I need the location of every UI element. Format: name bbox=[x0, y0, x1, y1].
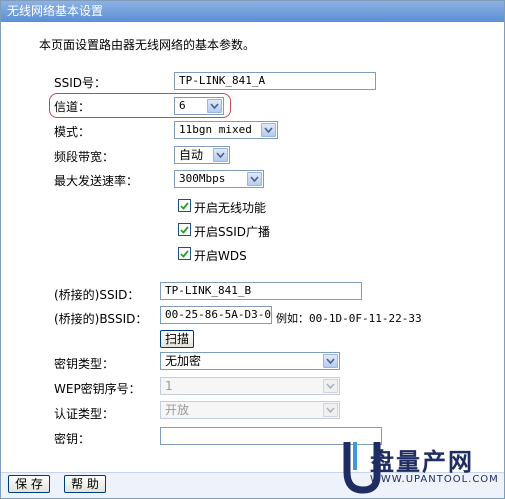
chevron-down-icon[interactable] bbox=[261, 123, 276, 137]
chevron-down-icon[interactable] bbox=[323, 354, 338, 368]
chevron-down-icon[interactable] bbox=[247, 172, 262, 186]
bandwidth-value: 自动 bbox=[179, 148, 204, 162]
chevron-down-icon[interactable] bbox=[207, 99, 222, 113]
auth-type-value: 开放 bbox=[165, 403, 190, 417]
enable-wds-label: 开启WDS bbox=[194, 249, 247, 263]
auth-type-label: 认证类型： bbox=[54, 407, 115, 421]
key-type-label: 密钥类型： bbox=[54, 357, 115, 371]
bandwidth-label: 频段带宽： bbox=[54, 150, 115, 164]
max-rate-select[interactable]: 300Mbps bbox=[174, 170, 264, 188]
channel-label: 信道： bbox=[54, 100, 91, 114]
enable-wireless-label: 开启无线功能 bbox=[194, 201, 267, 215]
scan-button[interactable]: 扫描 bbox=[160, 330, 194, 348]
bssid-example-text: 例如：00-1D-0F-11-22-33 bbox=[276, 312, 422, 325]
page-description: 本页面设置路由器无线网络的基本参数。 bbox=[39, 38, 256, 52]
help-button[interactable]: 帮 助 bbox=[64, 475, 106, 493]
key-type-value: 无加密 bbox=[165, 354, 202, 368]
bridged-bssid-input[interactable]: 00-25-86-5A-D3-06 bbox=[160, 306, 272, 324]
save-button[interactable]: 保 存 bbox=[8, 475, 50, 493]
wep-index-label: WEP密钥序号： bbox=[54, 382, 141, 396]
key-label: 密钥： bbox=[54, 432, 91, 446]
chevron-down-icon bbox=[323, 403, 338, 417]
enable-wds-checkbox[interactable] bbox=[178, 247, 191, 260]
wep-index-select: 1 bbox=[160, 377, 340, 395]
chevron-down-icon[interactable] bbox=[213, 148, 228, 162]
channel-value: 6 bbox=[179, 99, 186, 112]
max-rate-value: 300Mbps bbox=[179, 172, 226, 185]
bridged-bssid-label: (桥接的)BSSID： bbox=[54, 312, 148, 326]
enable-wireless-checkbox[interactable] bbox=[178, 199, 191, 212]
enable-ssid-broadcast-label: 开启SSID广播 bbox=[194, 225, 271, 239]
watermark-url: WWW.UPANTOOL.COM bbox=[370, 474, 499, 485]
enable-ssid-broadcast-checkbox[interactable] bbox=[178, 223, 191, 236]
mode-select[interactable]: 11bgn mixed bbox=[174, 121, 278, 139]
ssid-input[interactable]: TP-LINK_841_A bbox=[174, 72, 376, 90]
mode-value: 11bgn mixed bbox=[179, 123, 252, 136]
ssid-label: SSID号： bbox=[54, 76, 107, 90]
page-title: 无线网络基本设置 bbox=[1, 1, 504, 22]
auth-type-select: 开放 bbox=[160, 401, 340, 419]
bridged-ssid-label: (桥接的)SSID： bbox=[54, 288, 140, 302]
channel-select[interactable]: 6 bbox=[174, 97, 224, 115]
wep-index-value: 1 bbox=[165, 379, 173, 393]
mode-label: 模式： bbox=[54, 125, 91, 139]
max-rate-label: 最大发送速率： bbox=[54, 174, 139, 188]
bandwidth-select[interactable]: 自动 bbox=[174, 146, 230, 164]
watermark-brand: 盘量产网 bbox=[370, 448, 474, 476]
key-type-select[interactable]: 无加密 bbox=[160, 352, 340, 370]
bridged-ssid-input[interactable]: TP-LINK_841_B bbox=[160, 282, 362, 300]
chevron-down-icon bbox=[323, 379, 338, 393]
